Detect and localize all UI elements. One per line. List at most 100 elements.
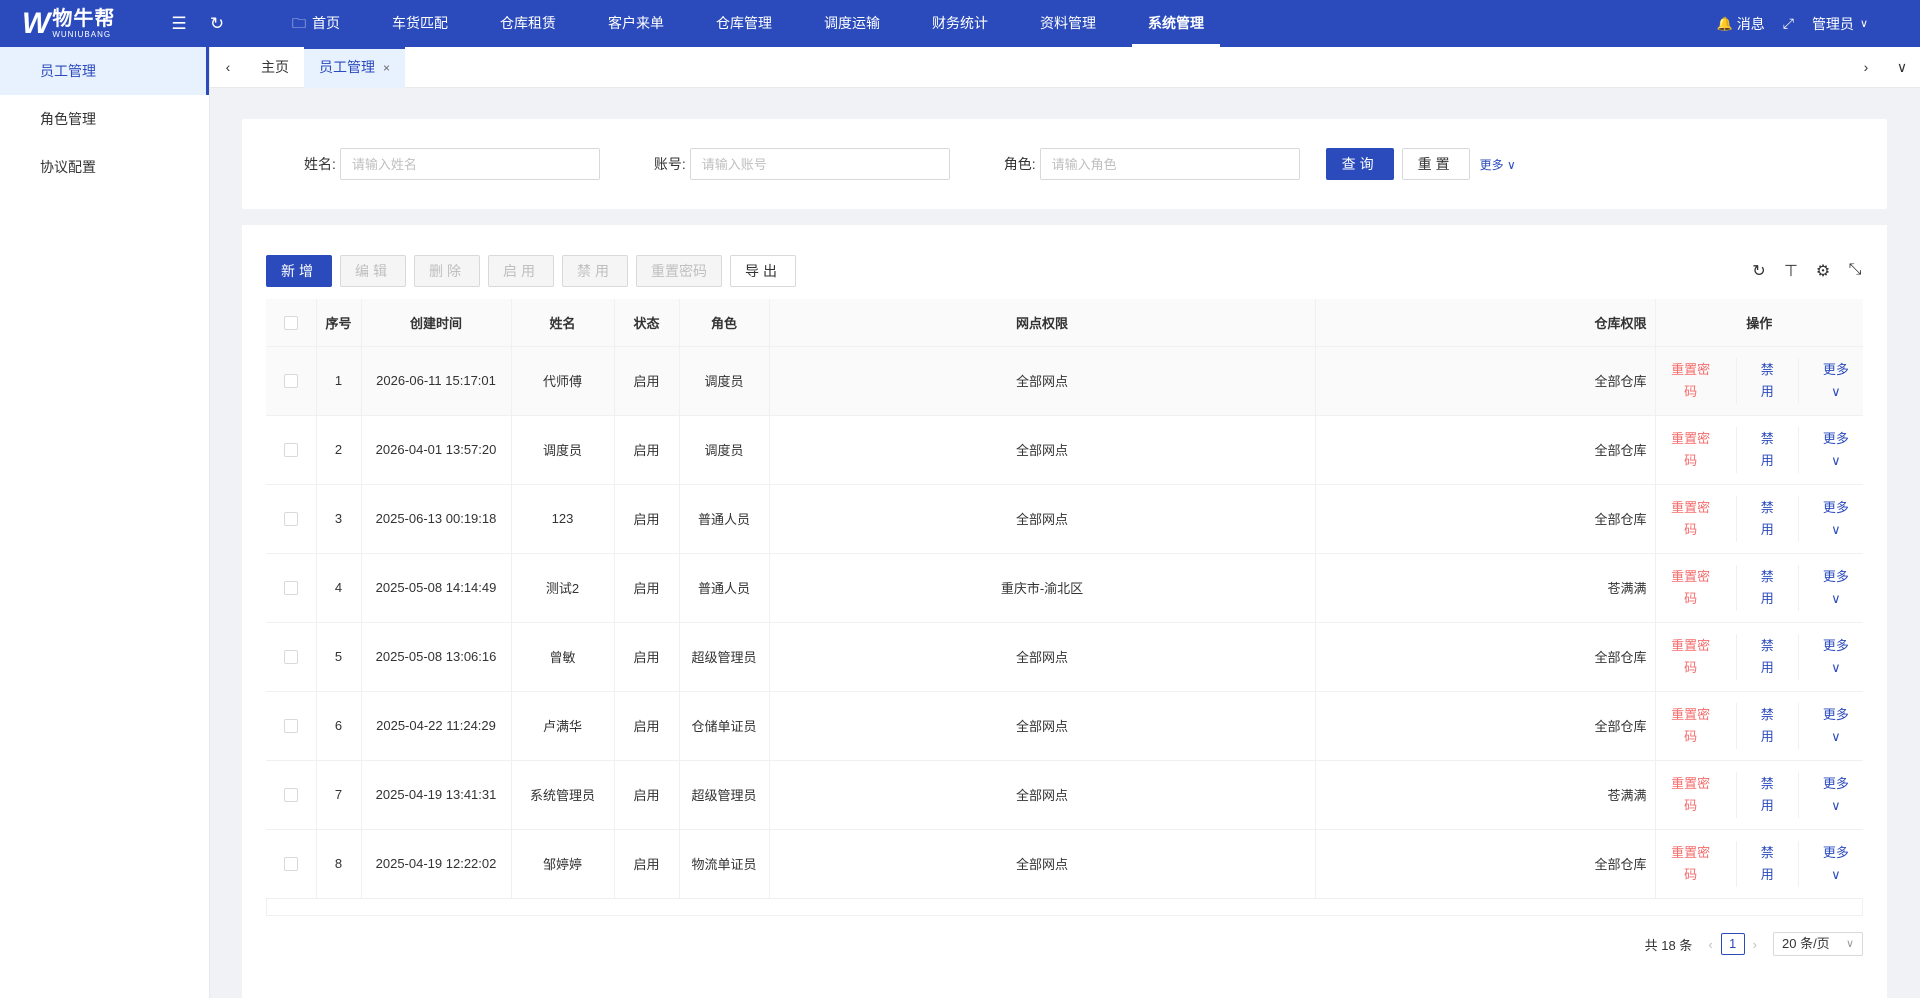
- table-row[interactable]: 5 2025-05-08 13:06:16 曾敏 启用 超级管理员 全部网点 全部仓库 重置密…: [266, 622, 1863, 692]
- more-actions-link[interactable]: 更多 ∨: [1819, 428, 1853, 472]
- more-actions-link[interactable]: 更多 ∨: [1819, 635, 1853, 679]
- row-checkbox[interactable]: [283, 374, 298, 389]
- page-size-select[interactable]: 20 条/页 ∨: [1773, 932, 1863, 956]
- fullscreen-icon[interactable]: ⤡: [1847, 261, 1863, 281]
- reset-password-link[interactable]: 重置密码: [1666, 497, 1716, 541]
- row-checkbox[interactable]: [283, 650, 298, 665]
- table-row[interactable]: 6 2025-04-22 11:24:29 卢满华 启用 仓储单证员 全部网点 全部仓库 重置…: [266, 691, 1863, 761]
- user-menu[interactable]: 管理员 ∨: [1812, 14, 1868, 34]
- reset-password-link[interactable]: 重置密码: [1666, 773, 1716, 817]
- row-select-cell: [266, 346, 317, 416]
- more-actions-link[interactable]: 更多 ∨: [1819, 497, 1853, 541]
- topnav-item-warehouse-management[interactable]: 仓库管理: [690, 0, 798, 47]
- reset-button[interactable]: 重置: [1401, 148, 1470, 180]
- name-input[interactable]: [339, 148, 600, 180]
- divider: [1735, 840, 1737, 887]
- delete-button[interactable]: 删除: [414, 255, 480, 287]
- disable-link[interactable]: 禁用: [1757, 359, 1777, 403]
- sidebar-item-staff[interactable]: 员工管理: [0, 47, 209, 95]
- edit-button[interactable]: 编辑: [340, 255, 406, 287]
- role-input[interactable]: [1039, 148, 1300, 180]
- reset-password-link[interactable]: 重置密码: [1666, 359, 1716, 403]
- more-actions-link[interactable]: 更多 ∨: [1819, 566, 1853, 610]
- cell-created: 2026-06-11 15:17:01: [361, 346, 512, 416]
- add-button[interactable]: 新增: [266, 255, 332, 287]
- cell-status: 启用: [614, 829, 680, 899]
- topnav-item-warehouse-rental[interactable]: 仓库租赁: [474, 0, 582, 47]
- next-page-icon[interactable]: ›: [1753, 937, 1757, 952]
- sidebar-item-roles[interactable]: 角色管理: [0, 95, 209, 143]
- row-checkbox[interactable]: [283, 581, 298, 596]
- cell-actions: 重置密码禁用 更多 ∨: [1655, 622, 1863, 692]
- export-button[interactable]: 导出: [730, 255, 796, 287]
- table-row[interactable]: 2 2026-04-01 13:57:20 调度员 启用 调度员 全部网点 全部仓库 重置密码…: [266, 415, 1863, 485]
- topnav-item-customer-orders[interactable]: 客户来单: [582, 0, 690, 47]
- app-logo[interactable]: W 物牛帮 WUNIUBANG: [0, 0, 160, 47]
- sidebar-item-agreements[interactable]: 协议配置: [0, 143, 209, 191]
- table-row[interactable]: 1 2026-06-11 15:17:01 代师傅 启用 调度员 全部网点 全部仓库 重置密码…: [266, 346, 1863, 416]
- disable-link[interactable]: 禁用: [1757, 566, 1777, 610]
- disable-link[interactable]: 禁用: [1757, 704, 1777, 748]
- cell-index: 4: [316, 553, 362, 623]
- select-all-checkbox[interactable]: [283, 316, 298, 331]
- table-header-row: 序号 创建时间 姓名 状态 角色 网点权限 仓库权限 操作: [266, 299, 1863, 347]
- more-actions-link[interactable]: 更多 ∨: [1819, 773, 1853, 817]
- tabs-scroll-right-icon[interactable]: ›: [1848, 59, 1884, 76]
- disable-button[interactable]: 禁用: [562, 255, 628, 287]
- table-row[interactable]: 7 2025-04-19 13:41:31 系统管理员 启用 超级管理员 全部网点 苍满满重…: [266, 760, 1863, 830]
- more-filters-link[interactable]: 更多 ∨: [1480, 156, 1516, 173]
- topnav-item-data-management[interactable]: 资料管理: [1014, 0, 1122, 47]
- disable-link[interactable]: 禁用: [1757, 497, 1777, 541]
- tabs-scroll-left-icon[interactable]: ‹: [210, 59, 246, 75]
- column-header-status: 状态: [614, 299, 680, 347]
- tab-staff-management[interactable]: 员工管理 ×: [304, 46, 406, 88]
- pagination: 共 18 条 ‹ 1 › 20 条/页 ∨: [1645, 932, 1863, 956]
- reset-password-link[interactable]: 重置密码: [1666, 428, 1716, 472]
- tabs-dropdown-icon[interactable]: ∨: [1884, 59, 1920, 76]
- disable-link[interactable]: 禁用: [1757, 635, 1777, 679]
- topnav-item-dispatch[interactable]: 调度运输: [798, 0, 906, 47]
- topnav-item-finance[interactable]: 财务统计: [906, 0, 1014, 47]
- topnav-item-home[interactable]: 🗀 首页: [266, 0, 366, 47]
- cell-network: 全部网点: [769, 691, 1316, 761]
- fullscreen-button[interactable]: ⤢: [1783, 15, 1794, 32]
- disable-link[interactable]: 禁用: [1757, 773, 1777, 817]
- messages-button[interactable]: 🔔 消息: [1717, 14, 1765, 34]
- enable-button[interactable]: 启用: [488, 255, 554, 287]
- table-row[interactable]: 8 2025-04-19 12:22:02 邹婷婷 启用 物流单证员 全部网点 全部仓库 重置…: [266, 829, 1863, 899]
- cell-index: 8: [316, 829, 362, 899]
- table-row[interactable]: 4 2025-05-08 14:14:49 测试2 启用 普通人员 重庆市-渝北区 苍满满重…: [266, 553, 1863, 623]
- row-checkbox[interactable]: [283, 788, 298, 803]
- topnav-item-system-management[interactable]: 系统管理: [1122, 0, 1230, 47]
- settings-gear-icon[interactable]: ⚙: [1815, 261, 1831, 281]
- prev-page-icon[interactable]: ‹: [1708, 937, 1712, 952]
- row-checkbox[interactable]: [283, 857, 298, 872]
- refresh-icon[interactable]: ↻: [198, 14, 236, 34]
- more-actions-link[interactable]: 更多 ∨: [1819, 842, 1853, 886]
- disable-link[interactable]: 禁用: [1757, 428, 1777, 472]
- disable-link[interactable]: 禁用: [1757, 842, 1777, 886]
- menu-fold-icon[interactable]: ☰: [160, 14, 198, 34]
- reset-password-link[interactable]: 重置密码: [1666, 566, 1716, 610]
- cell-status: 启用: [614, 622, 680, 692]
- query-button[interactable]: 查询: [1325, 148, 1394, 180]
- column-height-icon[interactable]: ⊤: [1783, 261, 1799, 281]
- row-checkbox[interactable]: [283, 512, 298, 527]
- cell-created: 2025-04-22 11:24:29: [361, 691, 512, 761]
- more-actions-link[interactable]: 更多 ∨: [1819, 704, 1853, 748]
- page-number[interactable]: 1: [1720, 933, 1745, 955]
- tab-home[interactable]: 主页: [246, 47, 304, 88]
- refresh-icon[interactable]: ↻: [1751, 261, 1767, 281]
- reset-password-link[interactable]: 重置密码: [1666, 842, 1716, 886]
- account-input[interactable]: [689, 148, 950, 180]
- table-row[interactable]: 3 2025-06-13 00:19:18 123 启用 普通人员 全部网点 全部仓库 重置密…: [266, 484, 1863, 554]
- reset-password-link[interactable]: 重置密码: [1666, 635, 1716, 679]
- topnav-item-vehicle-cargo[interactable]: 车货匹配: [366, 0, 474, 47]
- logo-mark: W: [22, 6, 50, 40]
- row-checkbox[interactable]: [283, 719, 298, 734]
- row-checkbox[interactable]: [283, 443, 298, 458]
- more-actions-link[interactable]: 更多 ∨: [1819, 359, 1853, 403]
- reset-password-button[interactable]: 重置密码: [636, 255, 722, 287]
- reset-password-link[interactable]: 重置密码: [1666, 704, 1716, 748]
- close-icon[interactable]: ×: [383, 61, 390, 75]
